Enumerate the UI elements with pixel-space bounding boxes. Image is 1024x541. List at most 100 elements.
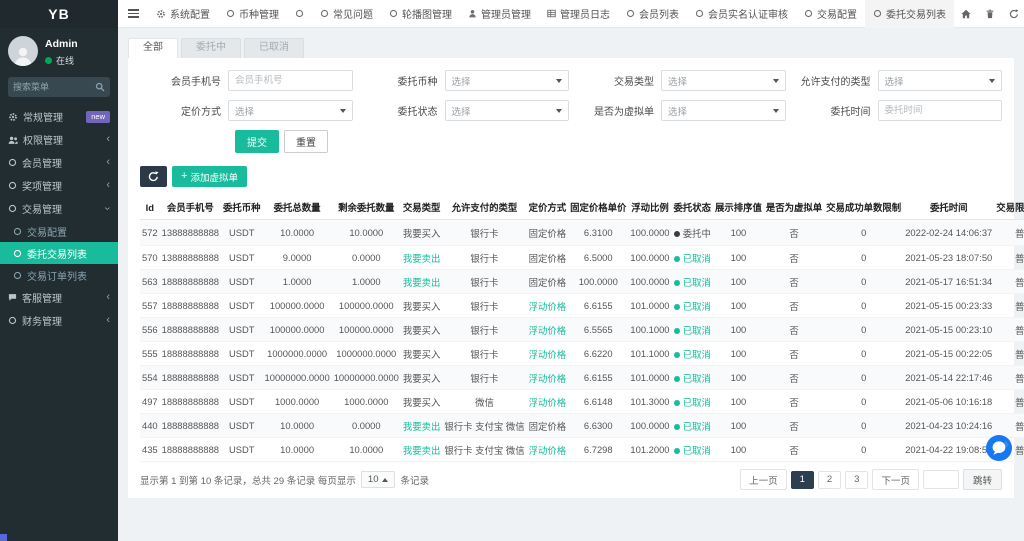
- cell-total: 10.0000: [263, 414, 332, 438]
- select-value: 选择: [668, 74, 687, 88]
- sidebar-item[interactable]: 常规管理new: [0, 105, 118, 128]
- topnav-item[interactable]: 委托交易列表: [865, 0, 954, 28]
- circle-icon: [8, 204, 17, 213]
- sidebar-subitem[interactable]: 交易订单列表: [0, 264, 118, 286]
- page-button-3[interactable]: 3: [845, 471, 868, 489]
- page-button-2[interactable]: 2: [818, 471, 841, 489]
- cell-virtual: 否: [764, 438, 824, 462]
- cell-status: 委托中: [672, 220, 714, 246]
- table-row: 57213888888888USDT10.000010.0000我要买入银行卡固…: [140, 220, 1024, 246]
- tab-bar: 全部委托中已取消: [128, 38, 1014, 58]
- page-button-1[interactable]: 1: [791, 471, 814, 489]
- cell-trade-type: 我要买入: [401, 294, 443, 318]
- cell-phone: 18888888888: [160, 318, 221, 342]
- time-field[interactable]: [885, 105, 996, 116]
- topnav-item-label: 管理员管理: [481, 6, 531, 21]
- virtual-select[interactable]: 选择: [661, 100, 786, 121]
- table-row: 56318888888888USDT1.00001.0000我要卖出银行卡固定价…: [140, 270, 1024, 294]
- search-icon[interactable]: [95, 82, 105, 92]
- sidebar-item[interactable]: 客服管理‹: [0, 286, 118, 309]
- add-virtual-order-button[interactable]: + 添加虚拟单: [172, 166, 247, 187]
- topnav-item-label: 交易配置: [817, 6, 857, 21]
- topnav-item-label: 管理员日志: [560, 6, 610, 21]
- circle-icon: [8, 316, 17, 325]
- circle-icon: [13, 227, 22, 236]
- topnav-item-label: 会员实名认证审核: [708, 6, 788, 21]
- select-value: 选择: [668, 104, 687, 118]
- pay-type-select[interactable]: 选择: [878, 70, 1003, 91]
- topnav-item[interactable]: 管理员管理: [460, 0, 539, 28]
- refresh-table-button[interactable]: [140, 166, 167, 187]
- select-value: 选择: [885, 74, 904, 88]
- topnav-item[interactable]: 币种管理: [218, 0, 287, 28]
- cell-price: 6.6148: [568, 390, 628, 414]
- circle-icon: [13, 249, 22, 258]
- sidebar-subitem[interactable]: 委托交易列表: [0, 242, 118, 264]
- cell-phone: 18888888888: [160, 366, 221, 390]
- hamburger-menu-icon[interactable]: [118, 0, 148, 28]
- cell-pay-types: 银行卡 支付宝 微信: [442, 438, 526, 462]
- tab-全部[interactable]: 全部: [128, 38, 178, 58]
- pricing-select[interactable]: 选择: [228, 100, 353, 121]
- cell-id: 554: [140, 366, 160, 390]
- cell-remain: 0.0000: [332, 414, 401, 438]
- cell-sort: 100: [713, 438, 764, 462]
- page-size-select[interactable]: 10: [361, 471, 396, 488]
- trash-icon[interactable]: [978, 0, 1002, 28]
- cell-trade-type: 我要买入: [401, 342, 443, 366]
- refresh-icon[interactable]: [1002, 0, 1024, 28]
- sidebar-item[interactable]: 财务管理‹: [0, 309, 118, 332]
- topnav-item[interactable]: 轮播图管理: [381, 0, 460, 28]
- status-dot-icon: [674, 256, 680, 262]
- filter-label: 委托状态: [357, 103, 445, 118]
- trade-type-select[interactable]: 选择: [661, 70, 786, 91]
- submit-button[interactable]: 提交: [235, 130, 279, 153]
- topnav-item[interactable]: 会员实名认证审核: [687, 0, 796, 28]
- coin-select[interactable]: 选择: [445, 70, 570, 91]
- column-header: 委托时间: [903, 195, 994, 220]
- home-icon[interactable]: [954, 0, 978, 28]
- topnav-item[interactable]: 管理员日志: [539, 0, 618, 28]
- cell-pricing: 浮动价格: [527, 294, 569, 318]
- status-dot-icon: [674, 328, 680, 334]
- cell-phone: 13888888888: [160, 220, 221, 246]
- cell-remain: 1.0000: [332, 270, 401, 294]
- caret-down-icon: [773, 109, 779, 113]
- sidebar: YB Admin 在线 常规管理new权限管理‹会员管理‹奖项管理‹交易管理‹交…: [0, 0, 118, 541]
- cell-pay-types: 银行卡: [442, 220, 526, 246]
- topnav-item[interactable]: 常见问题: [312, 0, 381, 28]
- tab-已取消[interactable]: 已取消: [244, 38, 304, 58]
- topnav-item[interactable]: 系统配置: [148, 0, 218, 28]
- topnav-item[interactable]: 交易配置: [796, 0, 865, 28]
- sidebar-subitem-label: 交易订单列表: [27, 268, 110, 283]
- prev-page-button[interactable]: 上一页: [740, 469, 787, 490]
- topnav-item[interactable]: 会员列表: [618, 0, 687, 28]
- filter-time: 委托时间: [790, 100, 1003, 121]
- cell-phone: 18888888888: [160, 342, 221, 366]
- cell-sort: 100: [713, 342, 764, 366]
- jump-page-input[interactable]: [923, 470, 959, 489]
- menu-search-input[interactable]: [13, 82, 95, 92]
- table-row: 55618888888888USDT100000.0000100000.0000…: [140, 318, 1024, 342]
- cell-trade-type: 我要卖出: [401, 438, 443, 462]
- next-page-button[interactable]: 下一页: [872, 469, 919, 490]
- chat-button[interactable]: [986, 435, 1012, 461]
- sidebar-item[interactable]: 奖项管理‹: [0, 174, 118, 197]
- status-select[interactable]: 选择: [445, 100, 570, 121]
- reset-button[interactable]: 重置: [284, 130, 328, 153]
- main-content: 全部委托中已取消 会员手机号委托币种选择交易类型选择允许支付的类型选择定价方式选…: [118, 28, 1024, 541]
- member-phone-field[interactable]: [235, 75, 346, 86]
- topnav-item[interactable]: [287, 0, 312, 28]
- cell-phone: 18888888888: [160, 414, 221, 438]
- sidebar-subitem[interactable]: 交易配置: [0, 220, 118, 242]
- circle-icon: [695, 9, 704, 18]
- filter-form: 会员手机号委托币种选择交易类型选择允许支付的类型选择定价方式选择委托状态选择是否…: [140, 70, 1002, 121]
- cell-ratio: 101.1000: [628, 342, 671, 366]
- tab-委托中[interactable]: 委托中: [181, 38, 241, 58]
- sidebar-item[interactable]: 权限管理‹: [0, 128, 118, 151]
- summary-suffix: 条记录: [400, 473, 429, 487]
- sidebar-item[interactable]: 交易管理‹: [0, 197, 118, 220]
- cell-ratio: 100.0000: [628, 220, 671, 246]
- jump-button[interactable]: 跳转: [963, 469, 1002, 490]
- sidebar-item[interactable]: 会员管理‹: [0, 151, 118, 174]
